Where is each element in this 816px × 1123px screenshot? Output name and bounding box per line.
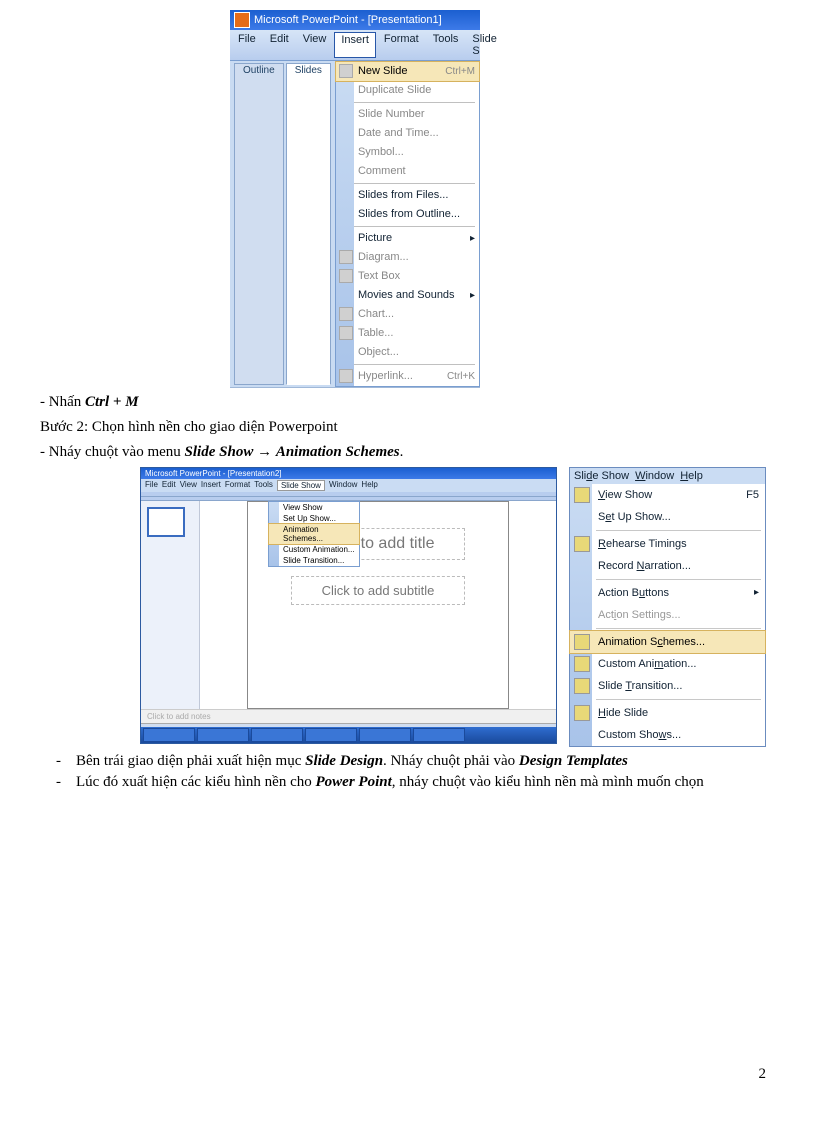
screenshot-insert-menu: Microsoft PowerPoint - [Presentation1] F… xyxy=(230,10,480,388)
menuitem-slide-transition[interactable]: Slide Transition... xyxy=(570,675,765,697)
menuitem-slide-number: Slide Number xyxy=(336,105,479,124)
menuitem-rehearse-timings[interactable]: Rehearse Timings xyxy=(570,533,765,555)
menuitem-comment: Comment xyxy=(336,162,479,181)
menuitem-diagram: Diagram... xyxy=(336,248,479,267)
menu-slide-show[interactable]: Slide Show xyxy=(574,470,629,482)
slide-thumbnail xyxy=(147,507,185,537)
windows-taskbar xyxy=(141,727,556,743)
screenshot-powerpoint-window: Microsoft PowerPoint - [Presentation2] F… xyxy=(140,467,557,744)
menuitem-hide-slide[interactable]: Hide Slide xyxy=(570,702,765,724)
menuitem-icon xyxy=(574,536,590,552)
toolbar-row: OutlineSlides New SlideCtrl+MDuplicate S… xyxy=(230,61,480,388)
menu-edit[interactable]: Edit xyxy=(162,480,176,491)
menuitem-action-buttons[interactable]: Action Buttons xyxy=(570,582,765,604)
menuitem-view-show[interactable]: View Show xyxy=(269,502,359,513)
slide-stage: View ShowSet Up Show...Animation Schemes… xyxy=(200,501,556,709)
tab-slides[interactable]: Slides xyxy=(286,63,331,385)
menu-format[interactable]: Format xyxy=(225,480,250,491)
menu-insert[interactable]: Insert xyxy=(334,32,376,58)
menuitem-movies-and-sounds[interactable]: Movies and Sounds xyxy=(336,286,479,305)
menuitem-symbol: Symbol... xyxy=(336,143,479,162)
bullet-list: - Bên trái giao diện phải xuất hiện mục … xyxy=(56,753,776,791)
menuitem-animation-schemes[interactable]: Animation Schemes... xyxy=(268,523,360,545)
menuitem-record-narration[interactable]: Record Narration... xyxy=(570,555,765,577)
menu-slide-show[interactable]: Slide Show xyxy=(277,480,325,491)
menu-file[interactable]: File xyxy=(145,480,158,491)
menuitem-icon xyxy=(339,250,353,264)
text-line: - Nhấn Ctrl + M xyxy=(40,392,776,413)
menuitem-icon xyxy=(574,705,590,721)
list-item: - Bên trái giao diện phải xuất hiện mục … xyxy=(56,753,776,770)
menu-tools[interactable]: Tools xyxy=(427,32,465,58)
menuitem-animation-schemes[interactable]: Animation Schemes... xyxy=(569,630,766,654)
menuitem-icon xyxy=(574,678,590,694)
menuitem-custom-animation[interactable]: Custom Animation... xyxy=(269,544,359,555)
menu-tools[interactable]: Tools xyxy=(254,480,273,491)
menuitem-text-box: Text Box xyxy=(336,267,479,286)
menuitem-chart: Chart... xyxy=(336,305,479,324)
screenshot-slideshow-menu: Slide Show Window Help View ShowF5Set Up S… xyxy=(569,467,766,747)
menuitem-slides-from-files[interactable]: Slides from Files... xyxy=(336,186,479,205)
menuitem-icon xyxy=(574,634,590,650)
list-item: - Lúc đó xuất hiện các kiểu hình nền cho… xyxy=(56,774,776,791)
menuitem-object: Object... xyxy=(336,343,479,362)
title-bar: Microsoft PowerPoint - [Presentation1] xyxy=(230,10,480,30)
menuitem-set-up-show[interactable]: Set Up Show... xyxy=(570,506,765,528)
insert-dropdown: New SlideCtrl+MDuplicate Slide Slide Numb… xyxy=(335,61,480,387)
menuitem-slide-transition[interactable]: Slide Transition... xyxy=(269,555,359,566)
text-line: Bước 2: Chọn hình nền cho giao diện Powe… xyxy=(40,417,776,438)
subtitle-placeholder: Click to add subtitle xyxy=(291,576,466,605)
menu-format[interactable]: Format xyxy=(378,32,425,58)
menu-insert[interactable]: Insert xyxy=(201,480,221,491)
menu-slide[interactable]: Slide S xyxy=(466,32,502,58)
menuitem-action-settings: Action Settings... xyxy=(570,604,765,626)
menuitem-custom-animation[interactable]: Custom Animation... xyxy=(570,653,765,675)
menuitem-icon xyxy=(339,369,353,383)
menu-edit[interactable]: Edit xyxy=(264,32,295,58)
menuitem-icon xyxy=(339,326,353,340)
menuitem-custom-shows[interactable]: Custom Shows... xyxy=(570,724,765,746)
menuitem-table: Table... xyxy=(336,324,479,343)
menuitem-duplicate-slide: Duplicate Slide xyxy=(336,81,479,100)
menuitem-view-show[interactable]: View ShowF5 xyxy=(570,484,765,506)
menu-view[interactable]: View xyxy=(297,32,333,58)
menuitem-hyperlink: Hyperlink...Ctrl+K xyxy=(336,367,479,386)
menuitem-icon xyxy=(574,656,590,672)
menuitem-date-and-time: Date and Time... xyxy=(336,124,479,143)
menu-help[interactable]: Help xyxy=(680,470,703,482)
tab-outline[interactable]: Outline xyxy=(234,63,284,385)
menuitem-icon xyxy=(574,487,590,503)
menuitem-icon xyxy=(339,269,353,283)
menu-bar: FileEditViewInsertFormatToolsSlide S xyxy=(230,30,480,61)
menuitem-icon xyxy=(339,64,353,78)
menu-window[interactable]: Window xyxy=(329,480,357,491)
slideshow-dropdown: View ShowSet Up Show...Animation Schemes… xyxy=(268,501,360,567)
menuitem-slides-from-outline[interactable]: Slides from Outline... xyxy=(336,205,479,224)
menu-help[interactable]: Help xyxy=(361,480,377,491)
menu-bar: File Edit View Insert Format Tools Slide Show W… xyxy=(141,479,556,492)
arrow-icon: → xyxy=(257,444,276,460)
menuitem-new-slide[interactable]: New SlideCtrl+M xyxy=(335,61,480,82)
slide-navigator xyxy=(141,501,200,709)
slideshow-dropdown: View ShowF5Set Up Show... Rehearse Timing… xyxy=(570,484,765,746)
menu-bar: Slide Show Window Help xyxy=(570,468,765,484)
menu-view[interactable]: View xyxy=(180,480,197,491)
app-icon xyxy=(234,12,250,28)
text-line: - Nháy chuột vào menu Slide Show → Anima… xyxy=(40,442,776,463)
title-bar: Microsoft PowerPoint - [Presentation2] xyxy=(141,468,556,479)
window-title: Microsoft PowerPoint - [Presentation1] xyxy=(254,14,442,26)
shortcut-label: Ctrl + M xyxy=(85,394,139,410)
menu-window[interactable]: Window xyxy=(635,470,674,482)
notes-pane: Click to add notes xyxy=(141,709,556,723)
menuitem-icon xyxy=(339,307,353,321)
menuitem-picture[interactable]: Picture xyxy=(336,229,479,248)
menu-file[interactable]: File xyxy=(232,32,262,58)
page-number: 2 xyxy=(759,1066,767,1083)
pane-tabs: OutlineSlides xyxy=(230,61,335,387)
